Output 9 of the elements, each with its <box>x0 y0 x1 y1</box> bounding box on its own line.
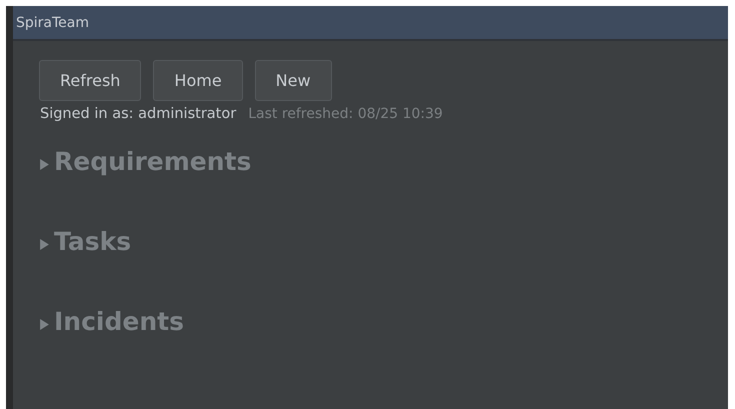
expand-triangle-icon[interactable] <box>39 238 50 250</box>
last-refreshed-text: Last refreshed: 08/25 10:39 <box>248 106 443 122</box>
expand-triangle-icon[interactable] <box>39 158 50 170</box>
signed-in-text: Signed in as: administrator <box>40 106 236 122</box>
toolbar-button[interactable]: Refresh <box>39 60 142 101</box>
toolbar-button[interactable]: Home <box>153 60 243 101</box>
expand-triangle-icon[interactable] <box>39 318 50 330</box>
window-title: SpiraTeam <box>16 14 90 30</box>
toolbar-button[interactable]: New <box>254 60 332 101</box>
